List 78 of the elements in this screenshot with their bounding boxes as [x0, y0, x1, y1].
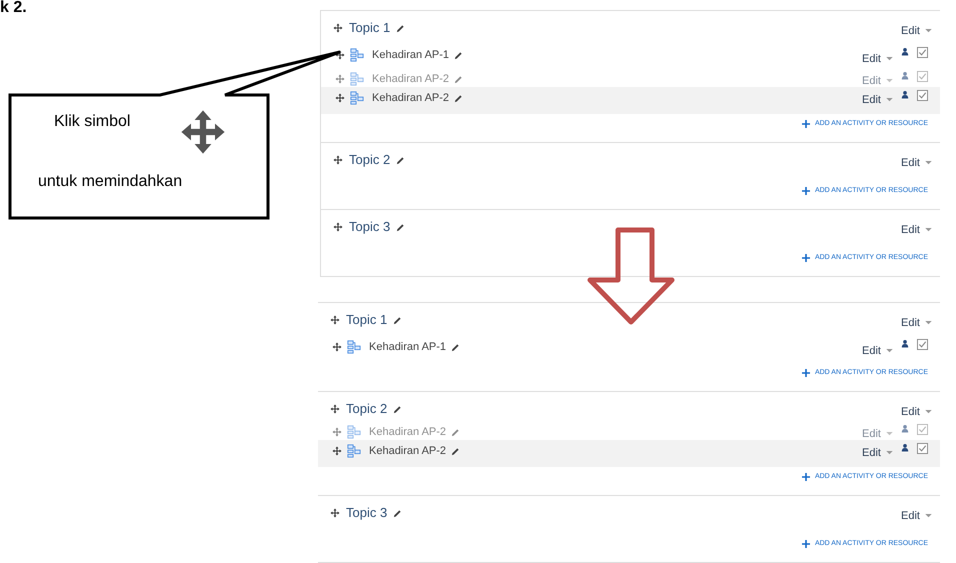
- move-icon[interactable]: [330, 404, 340, 414]
- activity-icon: [347, 444, 361, 458]
- section-title[interactable]: Topic 1: [349, 18, 390, 38]
- move-icon[interactable]: [333, 155, 343, 165]
- plus-icon: [802, 473, 810, 481]
- plus-icon: [802, 120, 810, 128]
- person-icon[interactable]: [901, 90, 909, 99]
- activity-name[interactable]: Kehadiran AP-2: [369, 443, 446, 460]
- edit-menu-button[interactable]: Edit: [901, 22, 932, 40]
- activity-icon: [347, 425, 361, 440]
- person-icon[interactable]: [901, 339, 909, 348]
- activity-name[interactable]: Kehadiran AP-2: [372, 90, 450, 106]
- caret-icon: [925, 321, 932, 325]
- caret-icon: [925, 29, 932, 33]
- caret-icon: [886, 98, 893, 102]
- checkbox-icon[interactable]: [917, 71, 928, 82]
- pencil-icon[interactable]: [393, 508, 402, 518]
- plus-icon: [802, 254, 810, 262]
- callout-text: Klik simbol: [54, 112, 130, 132]
- caret-icon: [886, 349, 893, 354]
- edit-menu-button[interactable]: Edit: [862, 92, 893, 108]
- checkbox-icon[interactable]: [917, 339, 928, 350]
- move-icon[interactable]: [333, 222, 343, 232]
- edit-menu-button[interactable]: Edit: [901, 508, 932, 524]
- section-title[interactable]: Topic 3: [349, 217, 390, 237]
- edit-menu-button[interactable]: Edit: [901, 154, 932, 172]
- caret-icon: [886, 79, 893, 84]
- plus-icon: [802, 540, 810, 548]
- plus-icon: [802, 187, 810, 195]
- activity-icon: [350, 48, 364, 62]
- edit-menu-button[interactable]: Edit: [901, 314, 932, 332]
- edit-menu-button[interactable]: Edit: [862, 426, 893, 442]
- dragged-activity-row[interactable]: Kehadiran AP-2 Edit: [318, 440, 940, 467]
- plus-icon: [802, 369, 810, 377]
- activity-name[interactable]: Kehadiran AP-1: [372, 47, 450, 64]
- pencil-icon[interactable]: [454, 50, 464, 60]
- activity-icon: [347, 340, 361, 354]
- pencil-icon[interactable]: [396, 156, 406, 164]
- edit-menu-button[interactable]: Edit: [862, 73, 893, 90]
- caret-icon: [886, 451, 893, 456]
- caret-icon: [886, 57, 893, 62]
- page-heading: k 2.: [0, 0, 27, 18]
- activity-icon: [350, 91, 364, 106]
- edit-menu-button[interactable]: Edit: [862, 445, 893, 462]
- checkbox-icon[interactable]: [917, 443, 928, 454]
- section-title[interactable]: Topic 1: [346, 310, 388, 330]
- move-icon[interactable]: [333, 23, 343, 33]
- pencil-icon[interactable]: [393, 404, 402, 414]
- pencil-icon[interactable]: [393, 316, 402, 324]
- activity-icon: [350, 72, 364, 86]
- person-icon[interactable]: [901, 443, 909, 452]
- move-icon[interactable]: [332, 342, 342, 352]
- caret-icon: [925, 410, 932, 414]
- section-title[interactable]: Topic 3: [346, 503, 388, 523]
- pencil-icon[interactable]: [396, 24, 406, 32]
- move-icon[interactable]: [332, 446, 342, 456]
- pencil-icon[interactable]: [396, 222, 406, 232]
- dragged-activity-row[interactable]: Kehadiran AP-2 Edit: [321, 87, 940, 114]
- caret-icon: [925, 514, 932, 518]
- checkbox-icon[interactable]: [917, 47, 928, 58]
- activity-name[interactable]: Kehadiran AP-1: [369, 339, 446, 356]
- callout-text: untuk memindahkan: [38, 172, 182, 192]
- checkbox-icon[interactable]: [917, 424, 928, 435]
- move-icon[interactable]: [330, 508, 340, 518]
- section-title[interactable]: Topic 2: [349, 150, 390, 170]
- caret-icon: [886, 432, 893, 436]
- move-icon[interactable]: [335, 93, 345, 104]
- edit-menu-button[interactable]: Edit: [901, 222, 932, 238]
- caret-icon: [925, 161, 932, 165]
- person-icon[interactable]: [901, 47, 909, 56]
- caret-icon: [925, 228, 932, 232]
- pencil-icon[interactable]: [451, 342, 460, 352]
- edit-menu-button[interactable]: Edit: [862, 343, 893, 360]
- edit-menu-button[interactable]: Edit: [862, 51, 893, 68]
- section-title[interactable]: Topic 2: [346, 399, 388, 419]
- edit-menu-button[interactable]: Edit: [901, 404, 932, 420]
- checkbox-icon[interactable]: [917, 90, 928, 101]
- move-icon[interactable]: [330, 315, 340, 325]
